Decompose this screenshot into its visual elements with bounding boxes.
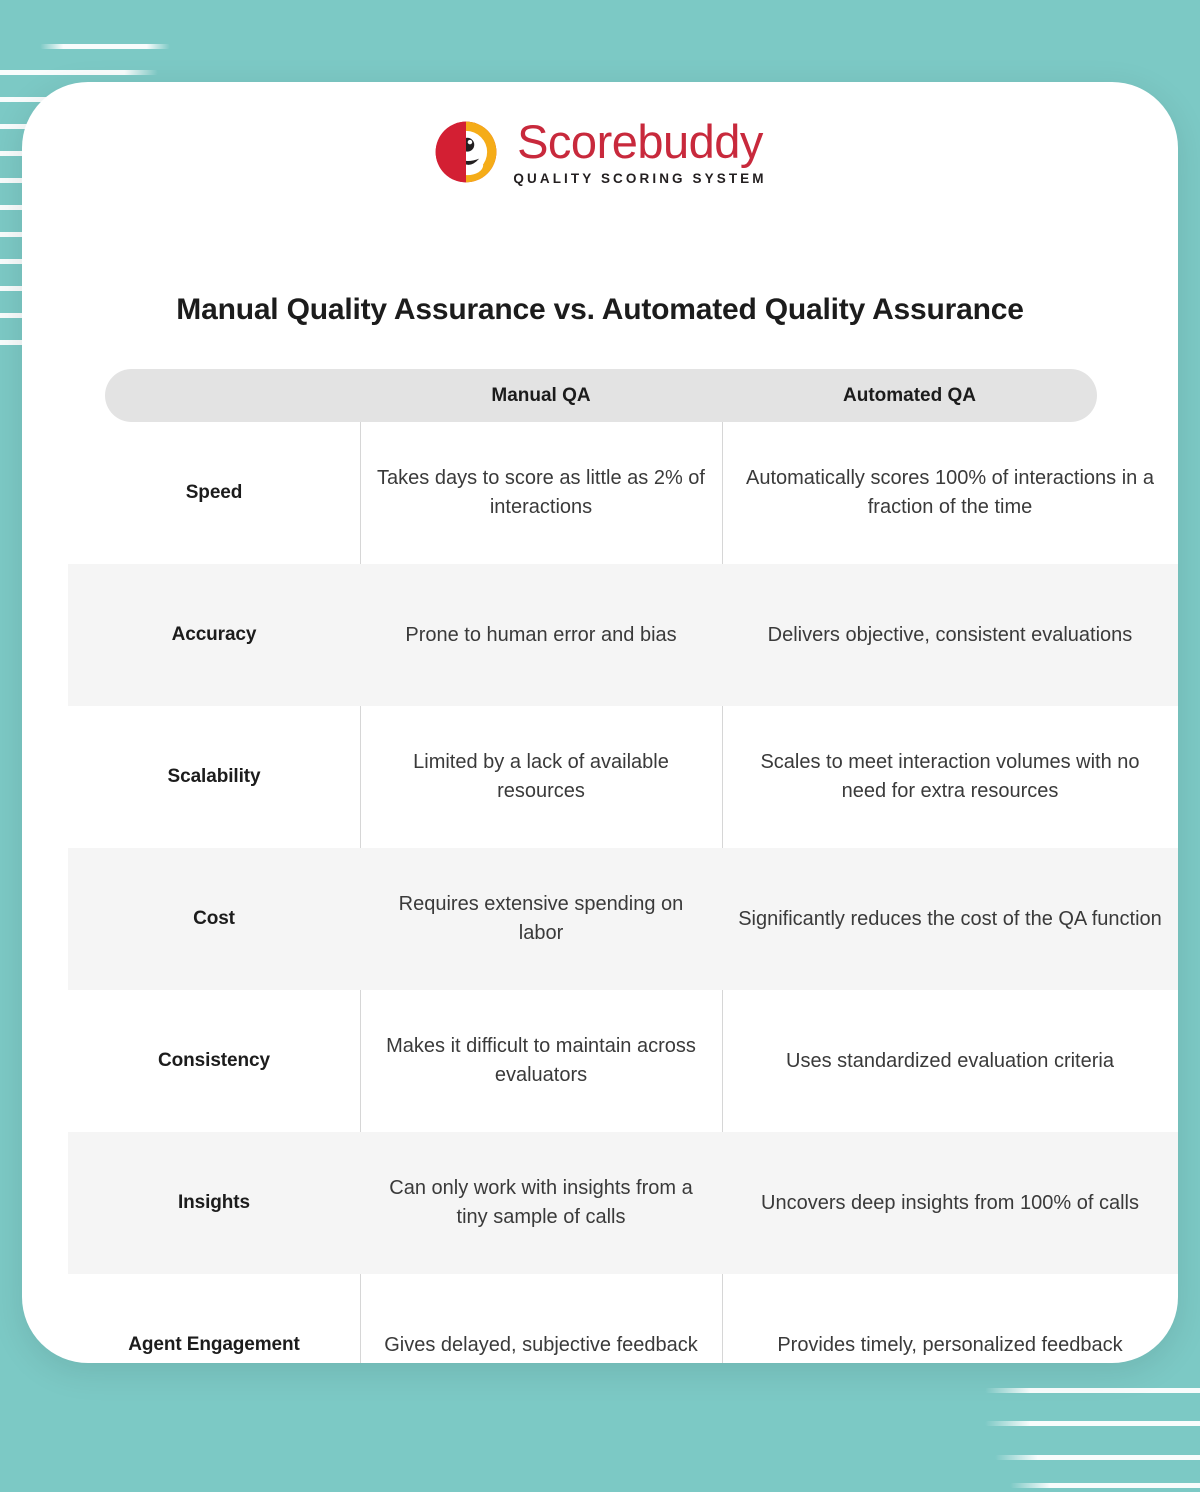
decorative-line — [995, 1455, 1200, 1460]
cell-automated-qa: Uses standardized evaluation criteria — [786, 1049, 1114, 1072]
cell-criterion: Speed — [185, 482, 243, 503]
table-row: Cost Requires extensive spending on labor… — [68, 848, 1178, 990]
decorative-line — [40, 44, 170, 49]
table-header-row: Manual QA Automated QA — [105, 369, 1097, 422]
cell-automated-qa: Provides timely, personalized feedback — [777, 1333, 1123, 1356]
header-cell-manual-qa: Manual QA — [491, 384, 591, 406]
brand-tagline: QUALITY SCORING SYSTEM — [513, 171, 767, 186]
brand-logo: Scorebuddy QUALITY SCORING SYSTEM — [22, 118, 1178, 186]
cell-automated-qa: Significantly reduces the cost of the QA… — [738, 907, 1162, 930]
table-row: Accuracy Prone to human error and bias Del… — [68, 564, 1178, 706]
cell-criterion: Accuracy — [171, 624, 257, 645]
cell-automated-qa: Uncovers deep insights from 100% of call… — [761, 1191, 1139, 1214]
table-row: Insights Can only work with insights from… — [68, 1132, 1178, 1274]
cell-manual-qa: Makes it difficult to maintain across ev… — [386, 1035, 696, 1086]
content-card: Scorebuddy QUALITY SCORING SYSTEM Manual… — [22, 82, 1178, 1363]
decorative-line — [1010, 1483, 1200, 1488]
header-cell-automated-qa: Automated QA — [843, 384, 976, 406]
cell-manual-qa: Prone to human error and bias — [405, 623, 677, 646]
decorative-line — [985, 1388, 1200, 1393]
table-body: Speed Takes days to score as little as 2%… — [22, 422, 1178, 1363]
cell-manual-qa: Requires extensive spending on labor — [398, 893, 684, 944]
cell-automated-qa: Automatically scores 100% of interaction… — [746, 467, 1154, 518]
brand-wordmark: Scorebuddy — [517, 115, 763, 168]
cell-criterion: Agent Engagement — [128, 1334, 300, 1355]
brand-wordblock: Scorebuddy QUALITY SCORING SYSTEM — [513, 118, 766, 186]
table-row: Agent Engagement Gives delayed, subjectiv… — [68, 1274, 1178, 1363]
page-title: Manual Quality Assurance vs. Automated Q… — [176, 293, 1024, 326]
cell-automated-qa: Delivers objective, consistent evaluatio… — [767, 623, 1133, 646]
cell-criterion: Scalability — [167, 766, 261, 787]
table-row: Speed Takes days to score as little as 2%… — [68, 422, 1178, 564]
cell-automated-qa: Scales to meet interaction volumes with … — [760, 751, 1140, 802]
cell-manual-qa: Takes days to score as little as 2% of i… — [377, 467, 705, 518]
cell-criterion: Insights — [177, 1192, 251, 1213]
cell-manual-qa: Gives delayed, subjective feedback — [384, 1333, 698, 1356]
cell-criterion: Cost — [193, 908, 235, 929]
table-row: Scalability Limited by a lack of availabl… — [68, 706, 1178, 848]
decorative-line — [0, 70, 158, 75]
decorative-line — [985, 1421, 1200, 1426]
cell-manual-qa: Limited by a lack of available resources — [413, 751, 669, 802]
parrot-icon — [436, 121, 497, 183]
cell-manual-qa: Can only work with insights from a tiny … — [389, 1177, 693, 1228]
poster-canvas: Scorebuddy QUALITY SCORING SYSTEM Manual… — [0, 0, 1200, 1492]
table-row: Consistency Makes it difficult to maintai… — [68, 990, 1178, 1132]
cell-criterion: Consistency — [158, 1050, 270, 1071]
